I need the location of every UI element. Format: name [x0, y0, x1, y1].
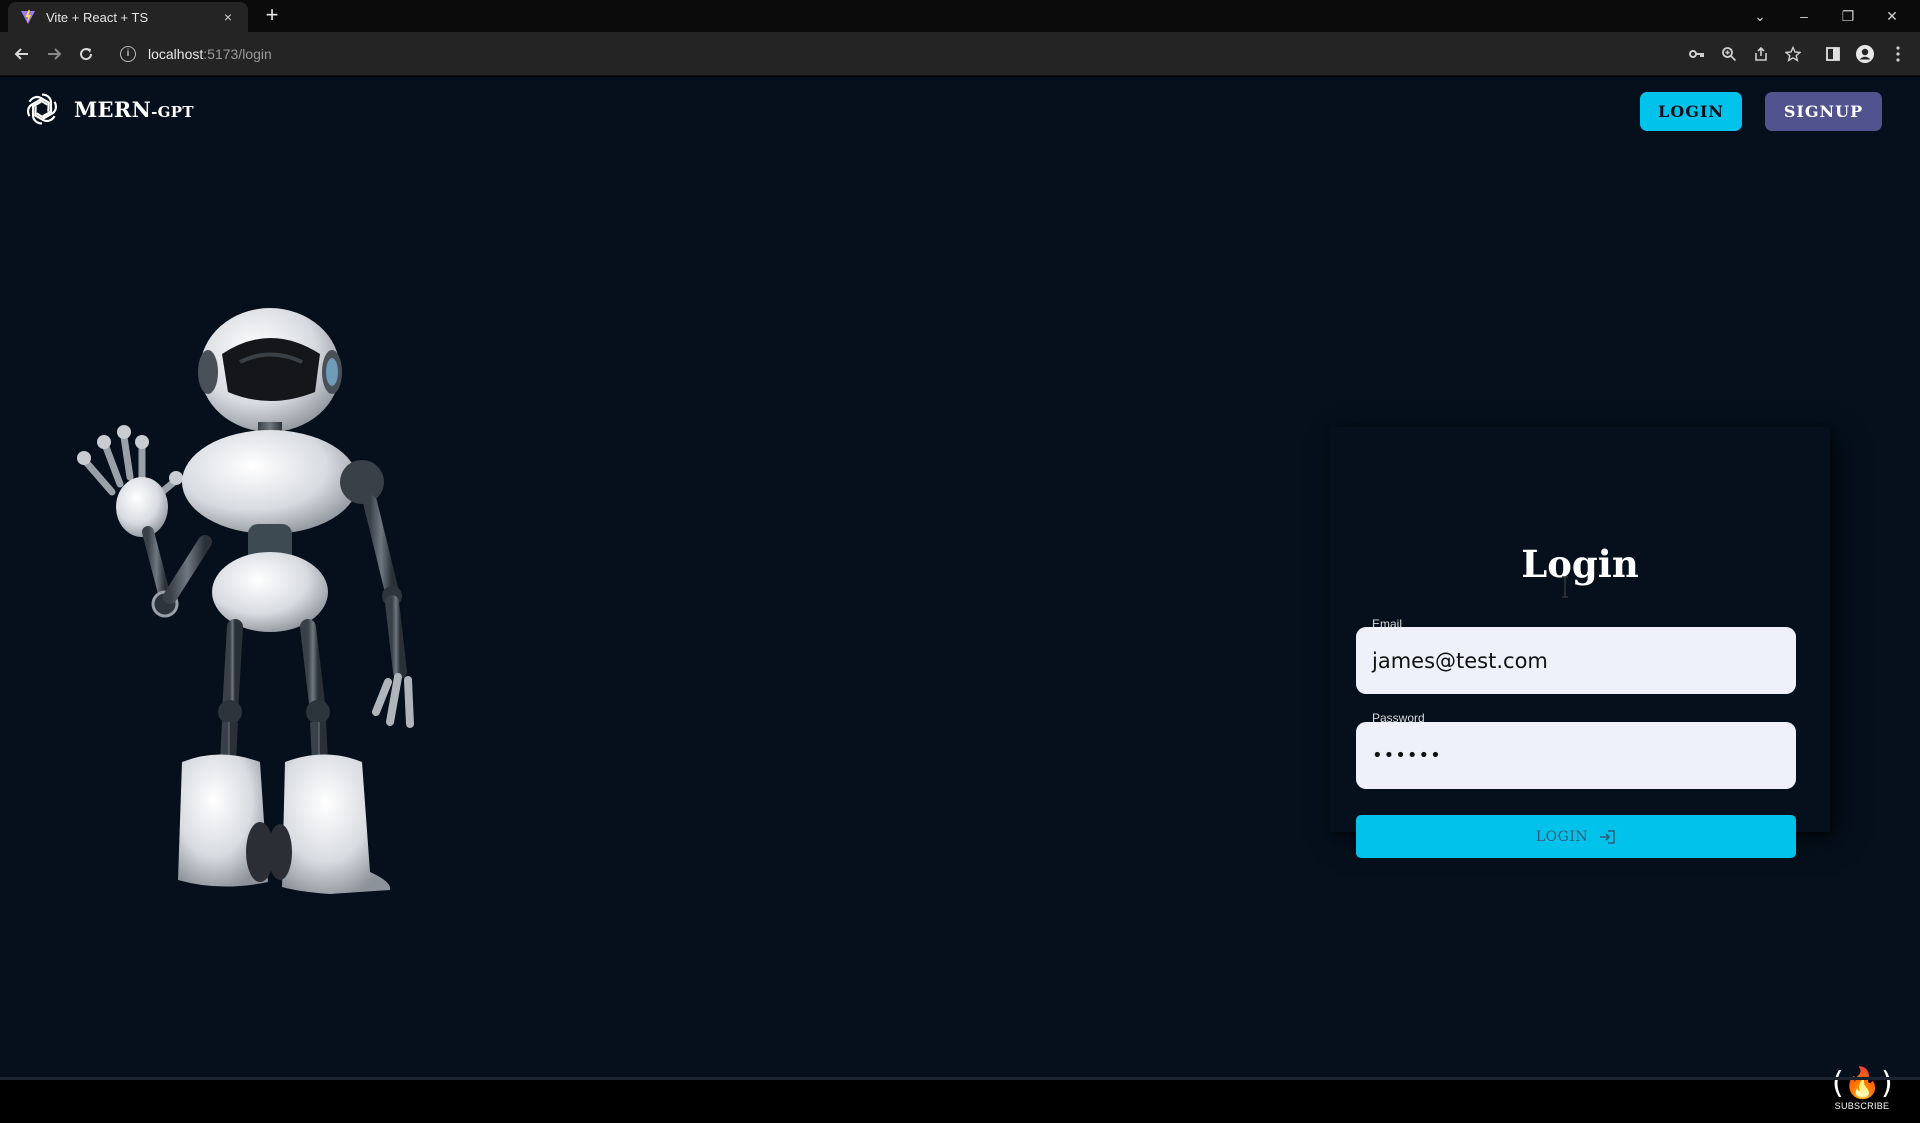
- reload-icon[interactable]: [72, 40, 100, 68]
- restore-button[interactable]: ❐: [1826, 0, 1870, 32]
- header-signup-button[interactable]: SIGNUP: [1765, 92, 1882, 131]
- address-bar[interactable]: i localhost:5173/login: [110, 38, 1690, 70]
- sidepanel-icon[interactable]: [1821, 42, 1845, 66]
- login-submit-button[interactable]: LOGIN: [1356, 815, 1796, 858]
- email-field[interactable]: james@test.com: [1356, 627, 1796, 694]
- menu-icon[interactable]: [1886, 42, 1910, 66]
- subscribe-label: SUBSCRIBE: [1834, 1101, 1890, 1111]
- login-arrow-icon: [1600, 829, 1615, 844]
- site-info-icon[interactable]: i: [120, 46, 136, 62]
- login-title: Login: [1521, 542, 1639, 586]
- login-card: Login Email james@test.com Password ••••…: [1330, 427, 1830, 858]
- browser-toolbar: i localhost:5173/login: [0, 32, 1920, 76]
- vite-favicon-icon: [21, 10, 35, 24]
- new-tab-button[interactable]: +: [260, 4, 284, 28]
- fire-logo-icon: (🔥): [1832, 1066, 1893, 1101]
- robot-illustration: [77, 308, 414, 894]
- browser-tabstrip: Vite + React + TS × + ⌄ – ❐ ✕: [0, 0, 1920, 32]
- star-icon[interactable]: [1781, 42, 1805, 66]
- login-submit-label: LOGIN: [1535, 828, 1589, 845]
- text-cursor-icon: [1562, 576, 1568, 598]
- app-page: MERN-GPT LOGIN SIGNUP Login Email james@…: [0, 77, 1920, 1111]
- openai-logo-icon: [27, 93, 57, 125]
- url-host: localhost: [148, 46, 204, 62]
- share-icon[interactable]: [1749, 42, 1773, 66]
- url-path: :5173/login: [203, 46, 272, 62]
- tab-title: Vite + React + TS: [46, 9, 149, 25]
- profile-icon[interactable]: [1853, 42, 1877, 66]
- password-field[interactable]: ••••••: [1356, 722, 1796, 789]
- subscribe-watermark[interactable]: (🔥) SUBSCRIBE: [1832, 1066, 1893, 1123]
- header-login-button[interactable]: LOGIN: [1640, 92, 1742, 131]
- zoom-icon[interactable]: [1717, 42, 1741, 66]
- forward-icon[interactable]: [40, 40, 68, 68]
- minimize-button[interactable]: –: [1782, 0, 1826, 32]
- brand-name: MERN-GPT: [74, 96, 194, 122]
- tab-close-icon[interactable]: ×: [220, 9, 236, 25]
- brand-suffix: -GPT: [151, 102, 194, 121]
- key-icon[interactable]: [1685, 42, 1709, 66]
- back-icon[interactable]: [8, 40, 36, 68]
- browser-tab[interactable]: Vite + React + TS ×: [8, 2, 248, 32]
- brand[interactable]: MERN-GPT: [24, 91, 194, 127]
- tab-search-icon[interactable]: ⌄: [1738, 0, 1782, 32]
- close-window-button[interactable]: ✕: [1870, 0, 1914, 32]
